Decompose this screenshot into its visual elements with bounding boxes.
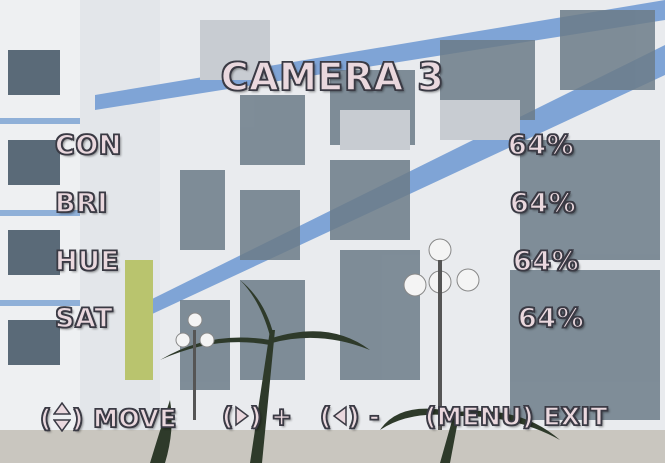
setting-value-con[interactable]: 64% xyxy=(507,129,574,162)
osd-menu: CAMERA 3 CON 64% BRI 64% HUE 64% SAT 64%… xyxy=(0,0,665,463)
left-arrow-icon xyxy=(332,404,348,433)
plus-label: + xyxy=(270,401,293,432)
setting-label-hue[interactable]: HUE xyxy=(54,245,119,278)
setting-value-bri[interactable]: 64% xyxy=(509,187,576,220)
open-paren: ( xyxy=(221,401,234,432)
open-paren: ( xyxy=(39,403,52,434)
move-hint[interactable]: () MOVE xyxy=(39,401,177,438)
minus-hint[interactable]: () - xyxy=(319,401,380,433)
camera-title: CAMERA 3 xyxy=(220,54,445,100)
move-label: MOVE xyxy=(92,403,177,434)
exit-hint[interactable]: (MENU) EXIT xyxy=(424,401,608,432)
close-paren: ) xyxy=(71,403,84,434)
setting-value-hue[interactable]: 64% xyxy=(512,245,579,278)
setting-label-sat[interactable]: SAT xyxy=(54,302,113,335)
close-paren: ) xyxy=(347,401,360,432)
minus-label: - xyxy=(368,401,380,432)
setting-value-sat[interactable]: 64% xyxy=(517,302,584,335)
open-paren: ( xyxy=(319,401,332,432)
setting-label-bri[interactable]: BRI xyxy=(54,187,108,220)
right-arrow-icon xyxy=(234,404,250,433)
close-paren: ) xyxy=(249,401,262,432)
camera-feed: CAMERA 3 CON 64% BRI 64% HUE 64% SAT 64%… xyxy=(0,0,665,463)
up-down-arrows-icon xyxy=(52,401,72,438)
setting-label-con[interactable]: CON xyxy=(54,129,122,162)
plus-hint[interactable]: () + xyxy=(221,401,293,433)
